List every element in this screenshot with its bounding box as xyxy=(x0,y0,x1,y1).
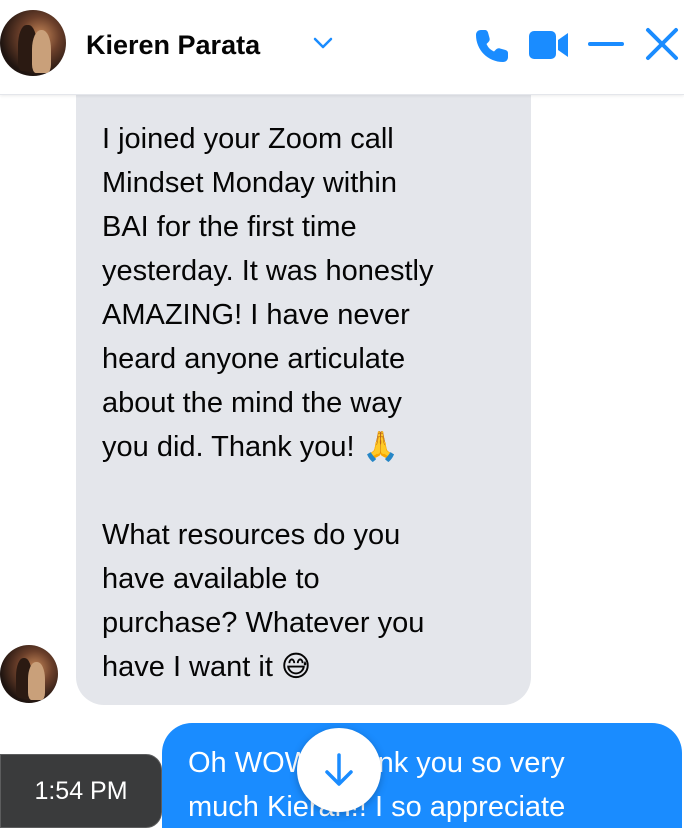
contact-avatar[interactable] xyxy=(0,10,66,76)
arrow-down-icon xyxy=(325,753,353,786)
chat-header: Kieren Parata xyxy=(0,0,684,95)
outgoing-message-bubble[interactable]: Oh WOW! Thank you so very much Kieran!! … xyxy=(162,723,682,828)
video-icon[interactable] xyxy=(528,28,570,62)
close-icon[interactable] xyxy=(644,26,680,62)
incoming-message-bubble[interactable]: I joined your Zoom call Mindset Monday w… xyxy=(76,95,531,705)
minimize-icon[interactable] xyxy=(588,34,624,54)
scroll-to-bottom-button[interactable] xyxy=(297,728,381,812)
timestamp-badge: 1:54 PM xyxy=(0,754,162,828)
message-list[interactable]: I joined your Zoom call Mindset Monday w… xyxy=(0,95,684,828)
chevron-down-icon[interactable] xyxy=(312,36,334,50)
incoming-message-text: I joined your Zoom call Mindset Monday w… xyxy=(102,123,434,683)
contact-name[interactable]: Kieren Parata xyxy=(86,30,260,61)
sender-avatar[interactable] xyxy=(0,645,58,703)
phone-icon[interactable] xyxy=(472,26,512,66)
outgoing-message-text: Oh WOW! Thank you so very much Kieran!! … xyxy=(188,747,566,823)
